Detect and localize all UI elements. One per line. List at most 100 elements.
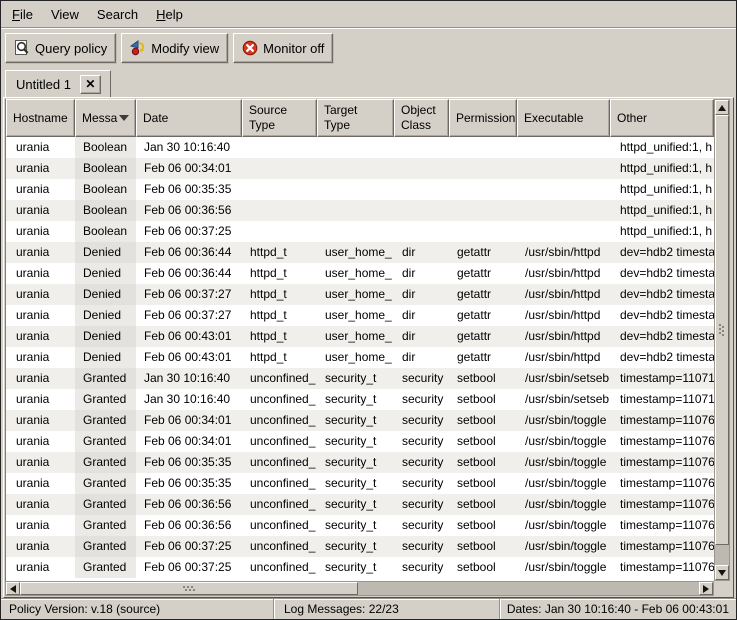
- cell-hostname: urania: [6, 305, 75, 326]
- cell-source-type: unconfined_: [242, 515, 317, 536]
- cell-target-type: [317, 158, 394, 179]
- table-row[interactable]: urania Granted Feb 06 00:34:01 unconfine…: [6, 431, 714, 452]
- cell-object-class: security: [394, 515, 449, 536]
- table-header: Hostname Messa Date SourceType TargetTyp…: [5, 99, 714, 137]
- cell-target-type: user_home_: [317, 263, 394, 284]
- menu-file[interactable]: File: [3, 3, 42, 26]
- column-header-date[interactable]: Date: [136, 99, 242, 137]
- arrow-down-icon: [718, 570, 726, 576]
- cell-object-class: security: [394, 494, 449, 515]
- column-header-executable[interactable]: Executable: [517, 99, 610, 137]
- cell-message: Granted: [75, 494, 136, 515]
- cell-permission: [449, 137, 517, 158]
- cell-target-type: security_t: [317, 452, 394, 473]
- modify-view-button[interactable]: Modify view: [121, 33, 228, 63]
- column-header-object-class[interactable]: ObjectClass: [394, 99, 449, 137]
- menu-help[interactable]: Help: [147, 3, 192, 26]
- column-header-target-type[interactable]: TargetType: [317, 99, 394, 137]
- tab-close-button[interactable]: ✕: [80, 75, 101, 94]
- monitor-off-icon: [242, 40, 258, 56]
- log-table-body: urania Boolean Jan 30 10:16:40 httpd_uni…: [5, 137, 714, 581]
- horizontal-scrollbar[interactable]: [5, 581, 714, 596]
- tab-untitled-1[interactable]: Untitled 1 ✕: [5, 70, 111, 97]
- cell-other: timestamp=11076: [610, 473, 714, 494]
- table-row[interactable]: urania Denied Feb 06 00:43:01 httpd_t us…: [6, 326, 714, 347]
- cell-hostname: urania: [6, 347, 75, 368]
- cell-hostname: urania: [6, 158, 75, 179]
- table-row[interactable]: urania Boolean Feb 06 00:37:25 httpd_uni…: [6, 221, 714, 242]
- cell-executable: /usr/sbin/httpd: [517, 347, 610, 368]
- table-row[interactable]: urania Granted Feb 06 00:35:35 unconfine…: [6, 473, 714, 494]
- vertical-scrollbar[interactable]: [714, 99, 730, 581]
- cell-object-class: security: [394, 368, 449, 389]
- table-row[interactable]: urania Granted Feb 06 00:37:25 unconfine…: [6, 536, 714, 557]
- cell-target-type: [317, 137, 394, 158]
- cell-message: Denied: [75, 263, 136, 284]
- table-row[interactable]: urania Denied Feb 06 00:36:44 httpd_t us…: [6, 263, 714, 284]
- cell-date: Feb 06 00:35:35: [136, 473, 242, 494]
- scroll-up-button[interactable]: [715, 100, 729, 115]
- modify-view-label: Modify view: [151, 41, 219, 56]
- cell-target-type: security_t: [317, 494, 394, 515]
- cell-object-class: dir: [394, 242, 449, 263]
- menu-search[interactable]: Search: [88, 3, 147, 26]
- table-row[interactable]: urania Granted Feb 06 00:35:35 unconfine…: [6, 452, 714, 473]
- table-row[interactable]: urania Denied Feb 06 00:43:01 httpd_t us…: [6, 347, 714, 368]
- cell-permission: setbool: [449, 494, 517, 515]
- table-row[interactable]: urania Granted Jan 30 10:16:40 unconfine…: [6, 389, 714, 410]
- scroll-left-button[interactable]: [6, 582, 20, 595]
- query-policy-icon: [14, 40, 30, 56]
- cell-hostname: urania: [6, 431, 75, 452]
- cell-permission: getattr: [449, 347, 517, 368]
- table-row[interactable]: urania Boolean Feb 06 00:34:01 httpd_uni…: [6, 158, 714, 179]
- horizontal-scrollbar-thumb[interactable]: [20, 582, 358, 595]
- cell-object-class: dir: [394, 347, 449, 368]
- monitor-off-button[interactable]: Monitor off: [233, 33, 333, 63]
- modify-view-icon: [130, 40, 146, 56]
- cell-executable: [517, 200, 610, 221]
- vertical-scrollbar-thumb[interactable]: [715, 115, 729, 545]
- query-policy-button[interactable]: Query policy: [5, 33, 116, 63]
- cell-message: Boolean: [75, 179, 136, 200]
- sort-descending-icon: [119, 115, 129, 121]
- cell-source-type: unconfined_: [242, 473, 317, 494]
- cell-source-type: [242, 137, 317, 158]
- cell-source-type: httpd_t: [242, 242, 317, 263]
- table-row[interactable]: urania Granted Feb 06 00:36:56 unconfine…: [6, 515, 714, 536]
- cell-target-type: user_home_: [317, 242, 394, 263]
- cell-target-type: security_t: [317, 473, 394, 494]
- table-row[interactable]: urania Boolean Feb 06 00:36:56 httpd_uni…: [6, 200, 714, 221]
- table-row[interactable]: urania Granted Feb 06 00:34:01 unconfine…: [6, 410, 714, 431]
- table-row[interactable]: urania Granted Feb 06 00:37:25 unconfine…: [6, 557, 714, 578]
- column-header-permission[interactable]: Permission: [449, 99, 517, 137]
- column-header-other[interactable]: Other: [610, 99, 714, 137]
- cell-executable: /usr/sbin/toggle: [517, 536, 610, 557]
- cell-permission: [449, 221, 517, 242]
- cell-source-type: unconfined_: [242, 452, 317, 473]
- menu-view[interactable]: View: [42, 3, 88, 26]
- column-header-hostname[interactable]: Hostname: [6, 99, 75, 137]
- cell-executable: /usr/sbin/httpd: [517, 263, 610, 284]
- column-header-source-type[interactable]: SourceType: [242, 99, 317, 137]
- status-dates: Dates: Jan 30 10:16:40 - Feb 06 00:43:01: [499, 599, 736, 619]
- scroll-right-button[interactable]: [699, 582, 713, 595]
- table-row[interactable]: urania Denied Feb 06 00:36:44 httpd_t us…: [6, 242, 714, 263]
- scroll-down-button[interactable]: [715, 565, 729, 580]
- cell-executable: /usr/sbin/httpd: [517, 305, 610, 326]
- table-row[interactable]: urania Denied Feb 06 00:37:27 httpd_t us…: [6, 305, 714, 326]
- cell-permission: [449, 200, 517, 221]
- cell-object-class: security: [394, 536, 449, 557]
- cell-hostname: urania: [6, 284, 75, 305]
- table-row[interactable]: urania Granted Feb 06 00:36:56 unconfine…: [6, 494, 714, 515]
- cell-date: Feb 06 00:35:35: [136, 452, 242, 473]
- table-row[interactable]: urania Boolean Jan 30 10:16:40 httpd_uni…: [6, 137, 714, 158]
- table-row[interactable]: urania Denied Feb 06 00:37:27 httpd_t us…: [6, 284, 714, 305]
- table-row[interactable]: urania Granted Jan 30 10:16:40 unconfine…: [6, 368, 714, 389]
- cell-other: timestamp=11071: [610, 389, 714, 410]
- column-header-message[interactable]: Messa: [75, 99, 136, 137]
- table-row[interactable]: urania Boolean Feb 06 00:35:35 httpd_uni…: [6, 179, 714, 200]
- cell-date: Feb 06 00:37:25: [136, 557, 242, 578]
- cell-source-type: httpd_t: [242, 326, 317, 347]
- cell-object-class: [394, 137, 449, 158]
- cell-permission: setbool: [449, 389, 517, 410]
